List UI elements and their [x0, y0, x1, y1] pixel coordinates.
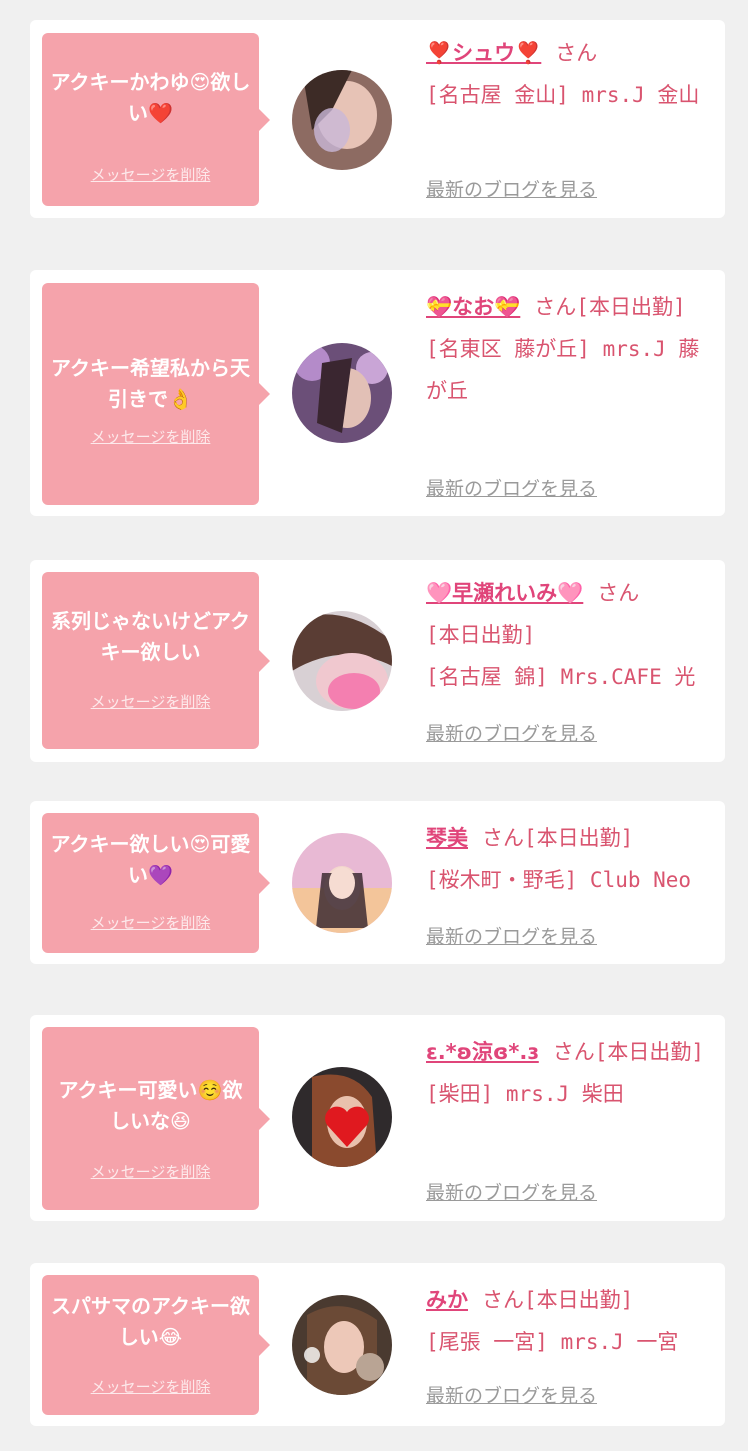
- honorific: さん: [482, 1288, 524, 1312]
- message-bubble: アクキー可愛い☺️欲しいな😆 メッセージを削除: [42, 1027, 270, 1210]
- message-bubble: スパサマのアクキー欲しい😂 メッセージを削除: [42, 1275, 270, 1415]
- profile-info: 🩷早瀬れいみ🩷 さん [本日出勤] [名古屋 錦] Mrs.CAFE 光: [426, 572, 716, 698]
- latest-blog-link[interactable]: 最新のブログを見る: [426, 924, 597, 950]
- profile-name-link[interactable]: みか: [426, 1288, 468, 1312]
- avatar[interactable]: [292, 611, 392, 711]
- message-card: アクキーかわゆ😍欲しい❤️ メッセージを削除 ❣️シュウ❣️ さん [名古屋 金山…: [30, 20, 725, 218]
- delete-message-link[interactable]: メッセージを削除: [42, 692, 259, 712]
- shop-info: [名古屋 錦] Mrs.CAFE 光: [426, 665, 696, 689]
- profile-name-link[interactable]: 💝なお💝: [426, 295, 520, 319]
- status: [本日出勤]: [594, 1040, 705, 1064]
- shop-info: [柴田] mrs.J 柴田: [426, 1082, 624, 1106]
- latest-blog-link[interactable]: 最新のブログを見る: [426, 476, 597, 502]
- message-text: アクキーかわゆ😍欲しい❤️: [50, 70, 251, 125]
- message-card: 系列じゃないけどアクキー欲しい メッセージを削除 🩷早瀬れいみ🩷 さん [本日出勤…: [30, 560, 725, 762]
- message-card: アクキー可愛い☺️欲しいな😆 メッセージを削除 ε.*ʚ涼ɞ*.ɜ さん[本日出勤…: [30, 1015, 725, 1221]
- honorific: さん: [597, 581, 640, 605]
- delete-message-link[interactable]: メッセージを削除: [42, 1162, 259, 1182]
- profile-info: みか さん[本日出勤] [尾張 一宮] mrs.J 一宮: [426, 1279, 716, 1363]
- message-card: アクキー欲しい😍可愛い💜 メッセージを削除 琴美 さん[本日出勤] [桜木町・野毛…: [30, 801, 725, 964]
- honorific: さん: [534, 295, 577, 319]
- latest-blog-link[interactable]: 最新のブログを見る: [426, 721, 597, 747]
- delete-message-link[interactable]: メッセージを削除: [42, 165, 259, 185]
- avatar[interactable]: [292, 1295, 392, 1395]
- message-card: スパサマのアクキー欲しい😂 メッセージを削除 みか さん[本日出勤] [尾張 一宮…: [30, 1263, 725, 1426]
- avatar[interactable]: [292, 833, 392, 933]
- profile-info: 琴美 さん[本日出勤] [桜木町・野毛] Club Neo: [426, 817, 716, 901]
- avatar[interactable]: [292, 1067, 392, 1167]
- delete-message-link[interactable]: メッセージを削除: [42, 1377, 259, 1397]
- shop-info: [桜木町・野毛] Club Neo: [426, 868, 692, 892]
- latest-blog-link[interactable]: 最新のブログを見る: [426, 1383, 597, 1409]
- profile-info: 💝なお💝 さん[本日出勤] [名東区 藤が丘] mrs.J 藤が丘: [426, 286, 716, 412]
- delete-message-link[interactable]: メッセージを削除: [42, 913, 259, 933]
- profile-name-link[interactable]: ε.*ʚ涼ɞ*.ɜ: [426, 1040, 539, 1064]
- message-text: 系列じゃないけどアクキー欲しい: [51, 609, 250, 664]
- profile-name-link[interactable]: 🩷早瀬れいみ🩷: [426, 581, 583, 605]
- profile-name-link[interactable]: 琴美: [426, 826, 468, 850]
- honorific: さん: [482, 826, 524, 850]
- message-bubble: アクキーかわゆ😍欲しい❤️ メッセージを削除: [42, 33, 270, 206]
- status: [本日出勤]: [524, 1288, 634, 1312]
- message-text: アクキー希望私から天引きで👌: [51, 356, 250, 411]
- profile-name-link[interactable]: ❣️シュウ❣️: [426, 41, 541, 65]
- shop-info: [尾張 一宮] mrs.J 一宮: [426, 1330, 679, 1354]
- status: [本日出勤]: [426, 623, 536, 647]
- message-bubble: アクキー欲しい😍可愛い💜 メッセージを削除: [42, 813, 270, 953]
- shop-info: [名東区 藤が丘] mrs.J 藤が丘: [426, 337, 700, 403]
- profile-info: ε.*ʚ涼ɞ*.ɜ さん[本日出勤] [柴田] mrs.J 柴田: [426, 1031, 716, 1115]
- avatar[interactable]: [292, 70, 392, 170]
- profile-info: ❣️シュウ❣️ さん [名古屋 金山] mrs.J 金山: [426, 32, 716, 116]
- avatar[interactable]: [292, 343, 392, 443]
- latest-blog-link[interactable]: 最新のブログを見る: [426, 177, 597, 203]
- message-text: スパサマのアクキー欲しい😂: [51, 1294, 250, 1349]
- message-card: アクキー希望私から天引きで👌 メッセージを削除 💝なお💝 さん[本日出勤] [名東…: [30, 270, 725, 516]
- latest-blog-link[interactable]: 最新のブログを見る: [426, 1180, 597, 1206]
- message-text: アクキー可愛い☺️欲しいな😆: [58, 1078, 243, 1133]
- status: [本日出勤]: [524, 826, 634, 850]
- message-bubble: 系列じゃないけどアクキー欲しい メッセージを削除: [42, 572, 270, 749]
- status: [本日出勤]: [576, 295, 686, 319]
- shop-info: [名古屋 金山] mrs.J 金山: [426, 83, 700, 107]
- delete-message-link[interactable]: メッセージを削除: [42, 427, 259, 447]
- honorific: さん: [555, 41, 598, 65]
- honorific: さん: [552, 1040, 595, 1064]
- message-text: アクキー欲しい😍可愛い💜: [50, 832, 251, 887]
- message-bubble: アクキー希望私から天引きで👌 メッセージを削除: [42, 283, 270, 505]
